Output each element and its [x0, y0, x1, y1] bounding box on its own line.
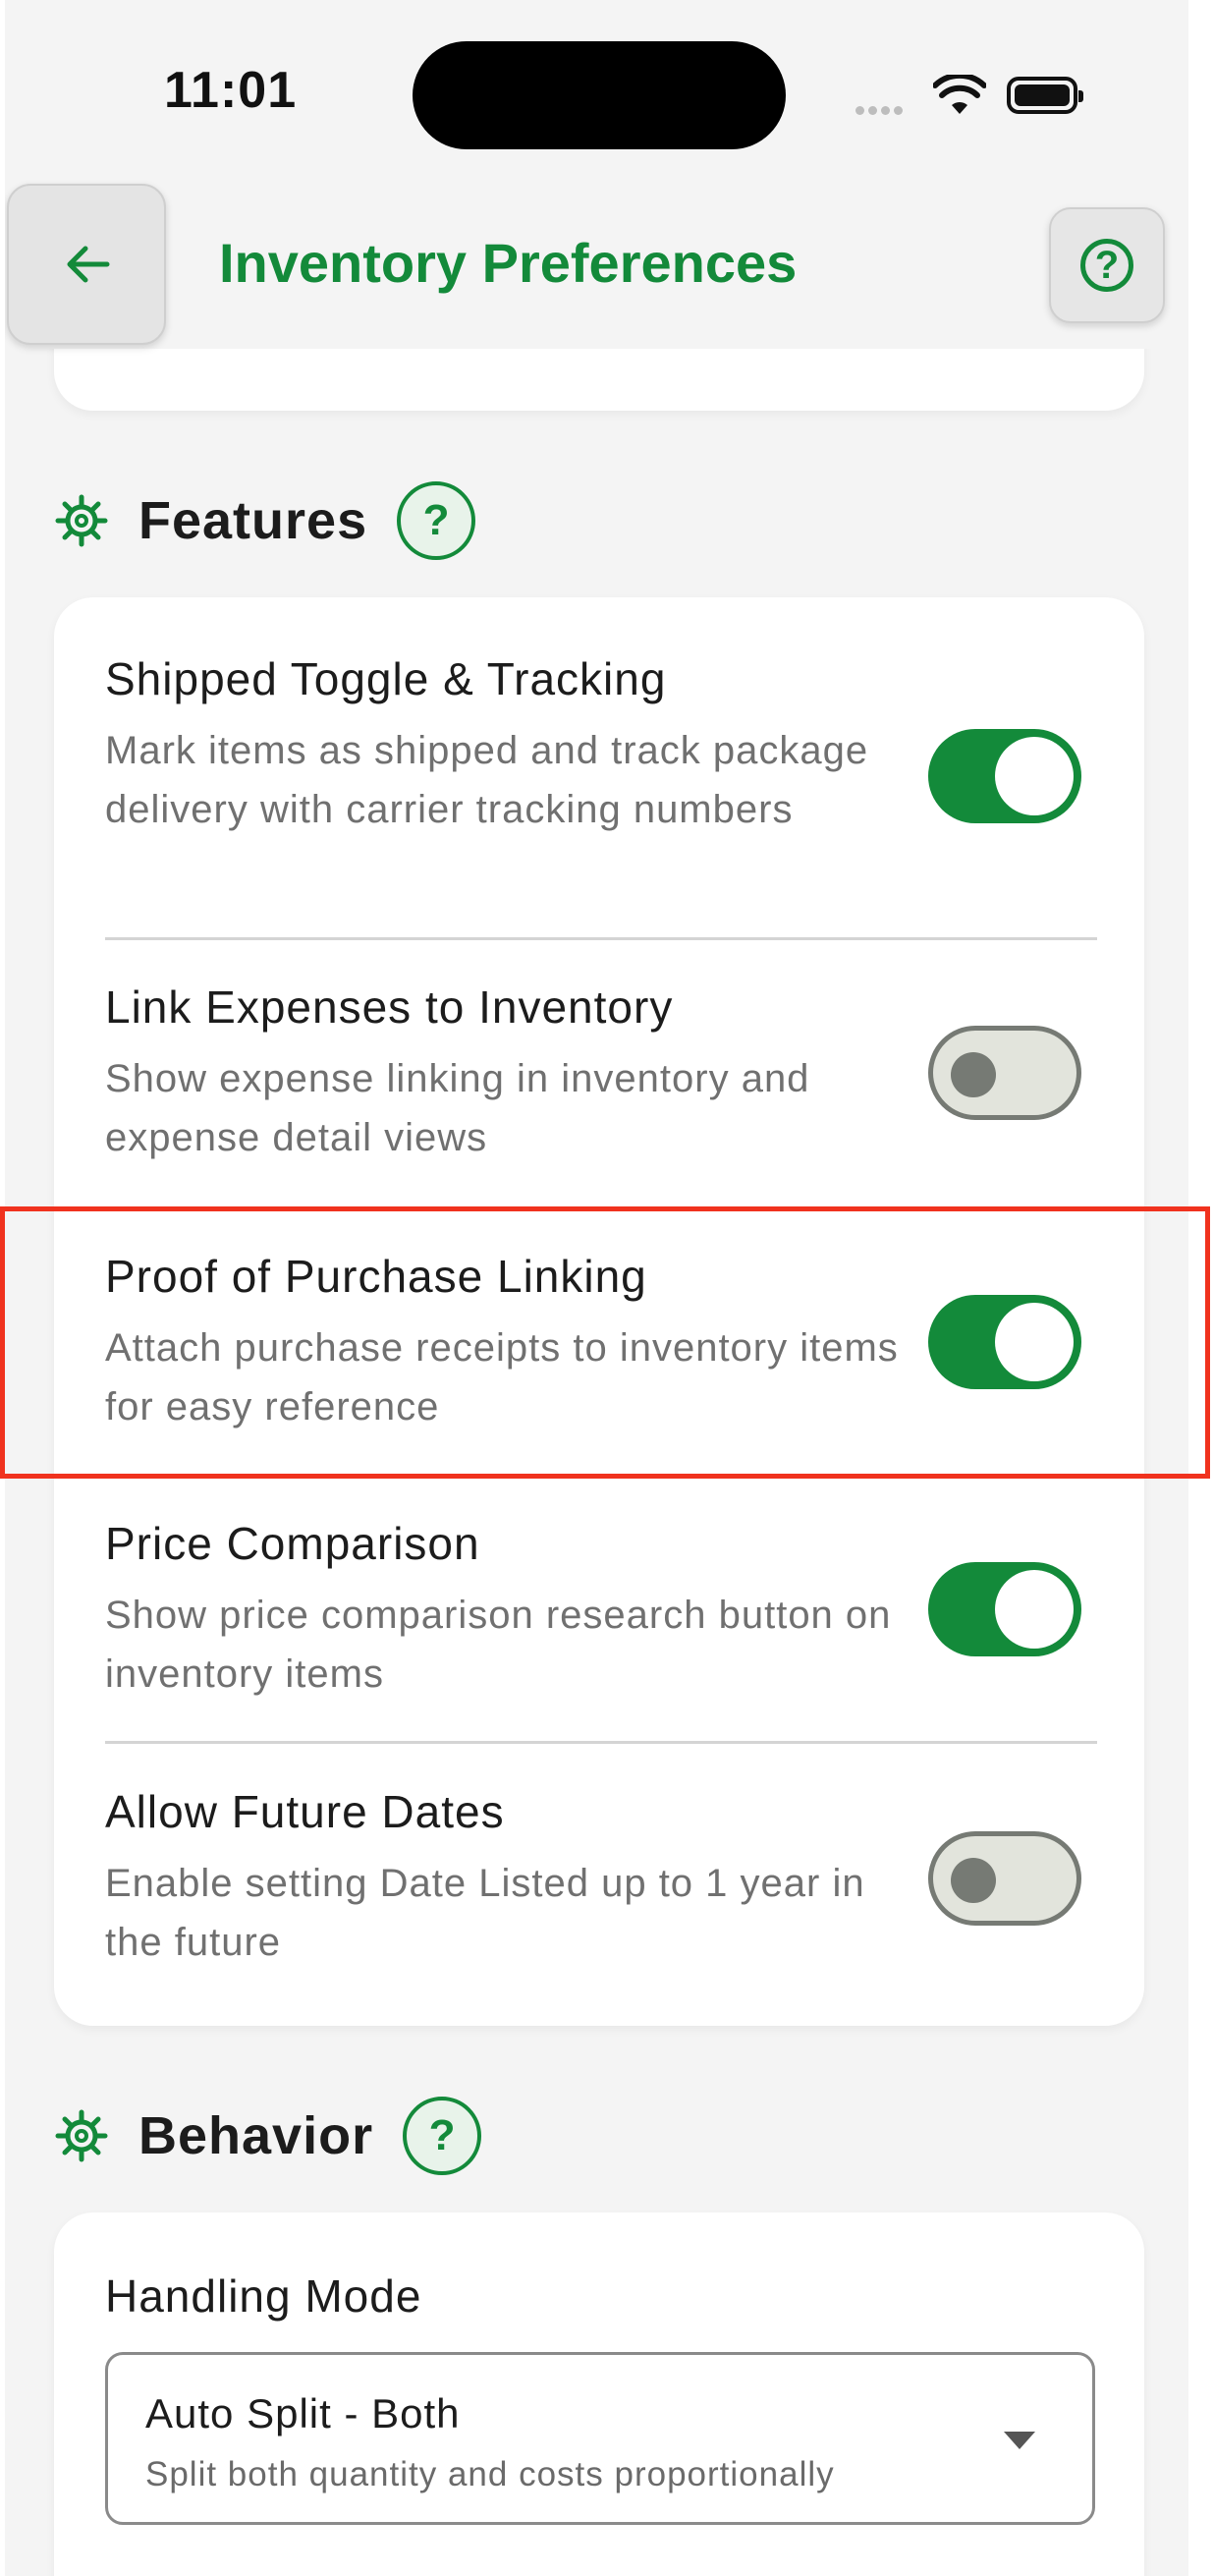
- page-title: Inventory Preferences: [219, 232, 798, 294]
- back-button[interactable]: [7, 184, 166, 345]
- handling-mode-label: Handling Mode: [105, 2270, 422, 2322]
- feature-description: Show expense linking in inventory and ex…: [105, 1057, 810, 1159]
- wifi-icon: [933, 75, 986, 114]
- feature-description: Enable setting Date Listed up to 1 year …: [105, 1862, 865, 1964]
- price-comparison-toggle[interactable]: [928, 1562, 1081, 1656]
- behavior-heading: Behavior: [138, 2106, 374, 2165]
- feature-title: Proof of Purchase Linking: [105, 1251, 647, 1302]
- toggle-knob: [951, 1858, 996, 1903]
- status-bar: 11:01: [5, 0, 1188, 196]
- help-button[interactable]: ?: [1049, 207, 1165, 323]
- features-heading: Features: [138, 491, 368, 550]
- question-icon: ?: [1080, 239, 1133, 292]
- dynamic-island: [413, 41, 786, 149]
- cellular-signal-icon: [855, 102, 907, 120]
- shipped-tracking-toggle[interactable]: [928, 729, 1081, 823]
- battery-icon: [1007, 77, 1083, 114]
- features-section-header: Features ?: [54, 481, 476, 560]
- behavior-help-button[interactable]: ?: [403, 2097, 482, 2175]
- behavior-card: Handling Mode Auto Split - Both Split bo…: [54, 2212, 1144, 2576]
- app-header: Inventory Preferences ?: [5, 182, 1188, 349]
- toggle-knob: [995, 1303, 1074, 1381]
- feature-description: Show price comparison research button on…: [105, 1594, 892, 1696]
- feature-title: Link Expenses to Inventory: [105, 981, 674, 1033]
- toggle-knob: [995, 737, 1074, 815]
- features-help-button[interactable]: ?: [397, 481, 476, 560]
- handling-mode-value: Auto Split - Both: [145, 2390, 461, 2436]
- handling-mode-description: Split both quantity and costs proportion…: [145, 2455, 835, 2493]
- toggle-knob: [951, 1052, 996, 1097]
- divider: [105, 937, 1097, 940]
- feature-title: Price Comparison: [105, 1518, 480, 1569]
- gear-icon: [55, 2109, 108, 2162]
- link-expenses-toggle[interactable]: [928, 1026, 1081, 1120]
- divider: [105, 1741, 1097, 1744]
- status-time: 11:01: [164, 62, 298, 119]
- features-card: Shipped Toggle & Tracking Mark items as …: [54, 597, 1144, 2026]
- gear-icon: [55, 494, 108, 547]
- toggle-knob: [995, 1570, 1074, 1649]
- divider: [105, 1474, 1097, 1477]
- app-screen: 11:01 Inventory Preferences ? Features ?…: [5, 0, 1188, 2576]
- feature-description: Attach purchase receipts to inventory it…: [105, 1326, 899, 1428]
- feature-description: Mark items as shipped and track package …: [105, 729, 869, 831]
- feature-title: Shipped Toggle & Tracking: [105, 653, 667, 704]
- future-dates-toggle[interactable]: [928, 1831, 1081, 1926]
- behavior-section-header: Behavior ?: [54, 2097, 482, 2175]
- chevron-down-icon: [1004, 2432, 1035, 2449]
- arrow-left-icon: [67, 246, 110, 283]
- handling-mode-select[interactable]: Auto Split - Both Split both quantity an…: [105, 2352, 1095, 2525]
- feature-title: Allow Future Dates: [105, 1786, 505, 1837]
- proof-of-purchase-toggle[interactable]: [928, 1295, 1081, 1389]
